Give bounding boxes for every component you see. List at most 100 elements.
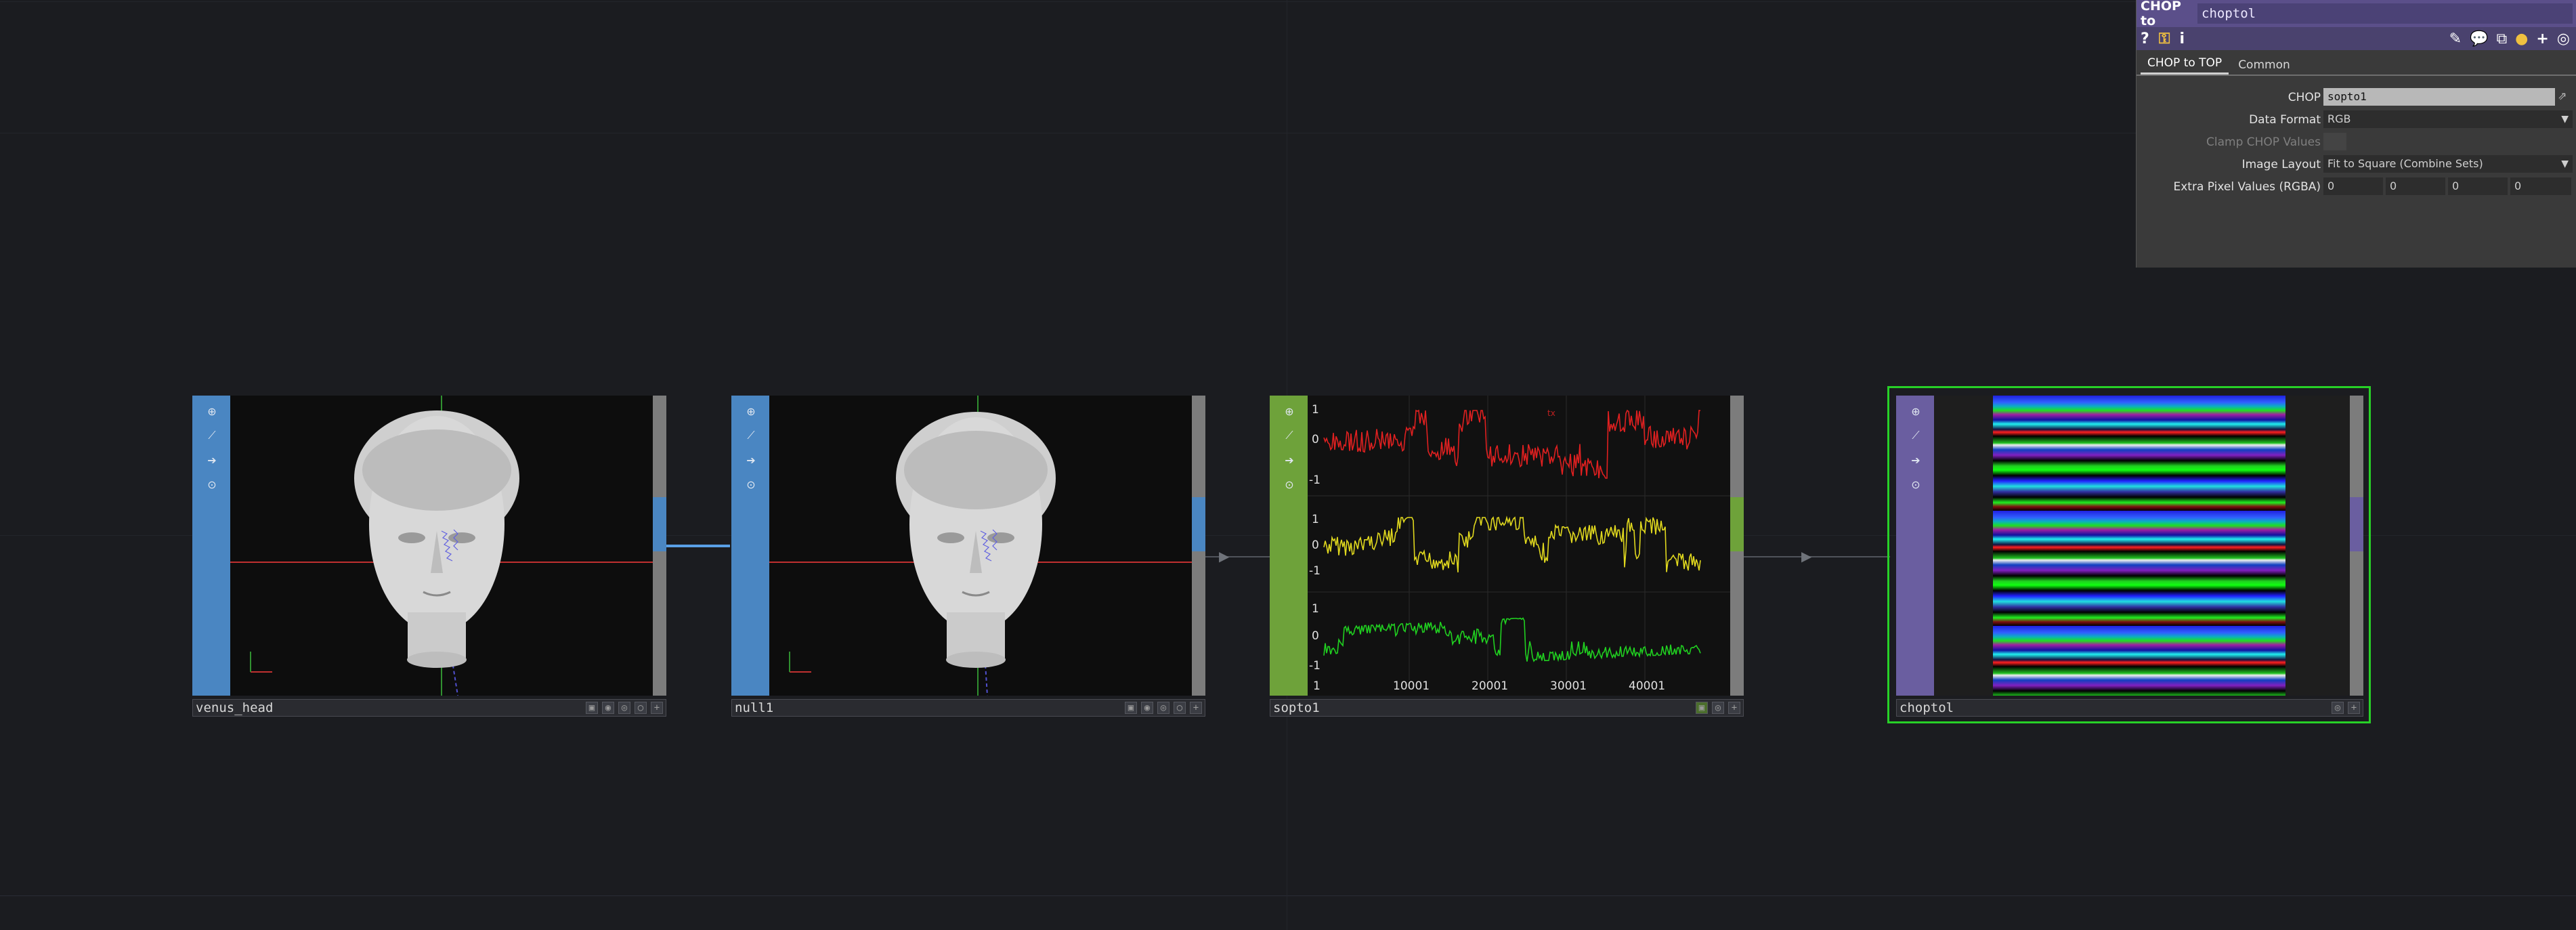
channel-trace — [1323, 515, 1701, 573]
pointer-icon[interactable]: ⇗ — [2558, 89, 2567, 102]
node-name: choptol — [1899, 700, 1954, 715]
lock-icon[interactable]: ⊙ — [1907, 475, 1925, 493]
node-name-label[interactable]: null1 ▣ ◉ ◎ ○ + — [731, 699, 1205, 717]
lock-flag-icon[interactable]: ○ — [1174, 702, 1186, 714]
viewer-toggle-icon[interactable]: ⊕ — [203, 402, 221, 420]
x-tick-label: 40001 — [1629, 679, 1665, 693]
y-tick-label: -1 — [1309, 659, 1321, 673]
node-viewer[interactable] — [1934, 396, 2350, 696]
x-tick-label: 30001 — [1550, 679, 1587, 693]
arrow-right-icon[interactable]: ➔ — [1907, 451, 1925, 469]
display-flag-icon[interactable]: ▣ — [1696, 702, 1708, 714]
add-icon[interactable]: + — [651, 702, 663, 714]
add-icon[interactable]: + — [2536, 30, 2548, 47]
node-name-label[interactable]: venus_head ▣ ◉ ◎ ○ + — [192, 699, 666, 717]
viewer-toggle-icon[interactable]: ⊕ — [742, 402, 760, 420]
y-tick-label: -1 — [1309, 564, 1321, 578]
pixel-a-field[interactable]: 0 — [2510, 177, 2571, 195]
tab-common[interactable]: Common — [2231, 58, 2297, 75]
head-render — [230, 396, 653, 696]
lock-icon[interactable]: ⊙ — [742, 475, 760, 493]
clamp-checkbox[interactable] — [2323, 133, 2346, 150]
node-choptol[interactable]: ⊕ ⟋ ➔ ⊙ choptol ◎ + — [1896, 396, 2363, 718]
viewer-toggle-icon[interactable]: ⊕ — [1281, 402, 1298, 420]
viewer-toggle-icon[interactable]: ⊕ — [1907, 402, 1925, 420]
param-label: Extra Pixel Values (RGBA) — [2173, 180, 2321, 194]
tab-chop-to-top[interactable]: CHOP to TOP — [2141, 56, 2229, 75]
pixel-r-field[interactable]: 0 — [2323, 177, 2383, 195]
render-flag-icon[interactable]: ◉ — [1141, 702, 1153, 714]
python-icon[interactable]: ● — [2515, 30, 2528, 47]
lock-icon[interactable]: ⊙ — [203, 475, 221, 493]
node-right-edge — [1730, 396, 1744, 696]
channel-plot: tx 1 0 -1 1 0 -1 1 0 -1 1 10001 20001 30… — [1308, 396, 1730, 693]
arrow-right-icon[interactable]: ➔ — [742, 451, 760, 469]
node-right-edge — [2350, 396, 2363, 696]
bypass-icon[interactable]: ⟋ — [742, 427, 760, 444]
operator-type: CHOP to — [2141, 0, 2181, 28]
x-tick-label: 10001 — [1393, 679, 1430, 693]
param-data-format: Data Format RGB ▼ — [2137, 110, 2576, 129]
add-icon[interactable]: + — [2348, 702, 2360, 714]
param-tabs: CHOP to TOP Common — [2137, 54, 2576, 76]
node-null1[interactable]: ⊕ ⟋ ➔ ⊙ null1 ▣ ◉ ◎ ○ + — [731, 396, 1205, 718]
parameter-panel: CHOP to choptol ? ⚿ i ✎ 💬 ⧉ ● + ◎ CHOP t… — [2136, 0, 2576, 268]
lock-flag-icon[interactable]: ○ — [635, 702, 647, 714]
chevron-down-icon: ▼ — [2561, 158, 2569, 169]
y-tick-label: 0 — [1312, 629, 1319, 643]
node-viewer[interactable]: tx 1 0 -1 1 0 -1 1 0 -1 1 10001 20001 30… — [1308, 396, 1730, 696]
node-sopto1[interactable]: ⊕ ⟋ ➔ ⊙ tx 1 0 -1 1 0 -1 1 0 -1 1 10001 … — [1270, 396, 1744, 718]
python-help-icon[interactable]: ⚿ — [2159, 30, 2170, 47]
node-strip: ⊕ ⟋ ➔ ⊙ — [731, 396, 769, 696]
x-tick-label: 1 — [1313, 679, 1321, 693]
node-right-edge — [653, 396, 666, 696]
y-tick-label: -1 — [1309, 473, 1321, 487]
edit-icon[interactable]: ✎ — [2449, 30, 2462, 47]
arrow-right-icon[interactable]: ➔ — [1281, 451, 1298, 469]
wire-sopto-to-choptol[interactable] — [1737, 556, 1890, 557]
add-icon[interactable]: + — [1190, 702, 1202, 714]
display-flag-icon[interactable]: ▣ — [1125, 702, 1137, 714]
toolbar-right: ✎ 💬 ⧉ ● + ◎ — [2449, 30, 2576, 47]
node-viewer[interactable] — [769, 396, 1192, 696]
data-format-select[interactable]: RGB ▼ — [2323, 110, 2573, 128]
node-right-edge — [1192, 396, 1205, 696]
param-label: Image Layout — [2241, 158, 2321, 171]
bypass-icon[interactable]: ⟋ — [203, 427, 221, 444]
operator-name-field[interactable]: choptol — [2197, 3, 2573, 24]
panel-header: CHOP to choptol — [2137, 0, 2576, 28]
node-venus-head[interactable]: ⊕ ⟋ ➔ ⊙ venus_head ▣ ◉ ◎ ○ + — [192, 396, 666, 718]
display-flag-icon[interactable]: ▣ — [586, 702, 598, 714]
node-viewer[interactable] — [230, 396, 653, 696]
node-name-label[interactable]: sopto1 ▣ ◎ + — [1270, 699, 1744, 717]
node-name: sopto1 — [1273, 700, 1320, 715]
viewer-flag-icon[interactable]: ◎ — [618, 702, 630, 714]
node-strip: ⊕ ⟋ ➔ ⊙ — [1896, 396, 1934, 696]
pixel-b-field[interactable]: 0 — [2448, 177, 2508, 195]
lock-icon[interactable]: ⊙ — [1281, 475, 1298, 493]
info-icon[interactable]: i — [2180, 30, 2185, 47]
viewer-flag-icon[interactable]: ◎ — [2332, 702, 2344, 714]
y-tick-label: 1 — [1312, 602, 1319, 616]
viewer-flag-icon[interactable]: ◎ — [1157, 702, 1169, 714]
image-layout-select[interactable]: Fit to Square (Combine Sets) ▼ — [2323, 155, 2573, 173]
add-icon[interactable]: + — [1728, 702, 1740, 714]
bypass-icon[interactable]: ⟋ — [1281, 427, 1298, 444]
copy-icon[interactable]: ⧉ — [2496, 30, 2507, 47]
render-flag-icon[interactable]: ◉ — [602, 702, 614, 714]
viewer-flag-icon[interactable]: ◎ — [1712, 702, 1724, 714]
channel-marker: tx — [1547, 408, 1555, 418]
chop-path-field[interactable]: sopto1 — [2323, 88, 2555, 106]
node-strip: ⊕ ⟋ ➔ ⊙ — [192, 396, 230, 696]
pixel-g-field[interactable]: 0 — [2386, 177, 2445, 195]
wire-null-to-sopto[interactable] — [1197, 556, 1272, 557]
comment-icon[interactable]: 💬 — [2470, 30, 2488, 47]
target-icon[interactable]: ◎ — [2557, 30, 2570, 47]
arrow-right-icon[interactable]: ➔ — [203, 451, 221, 469]
channel-trace — [1323, 409, 1701, 479]
chevron-down-icon: ▼ — [2561, 114, 2569, 125]
help-icon[interactable]: ? — [2141, 30, 2149, 47]
param-image-layout: Image Layout Fit to Square (Combine Sets… — [2137, 155, 2576, 174]
bypass-icon[interactable]: ⟋ — [1907, 427, 1925, 444]
node-name-label[interactable]: choptol ◎ + — [1896, 699, 2363, 717]
